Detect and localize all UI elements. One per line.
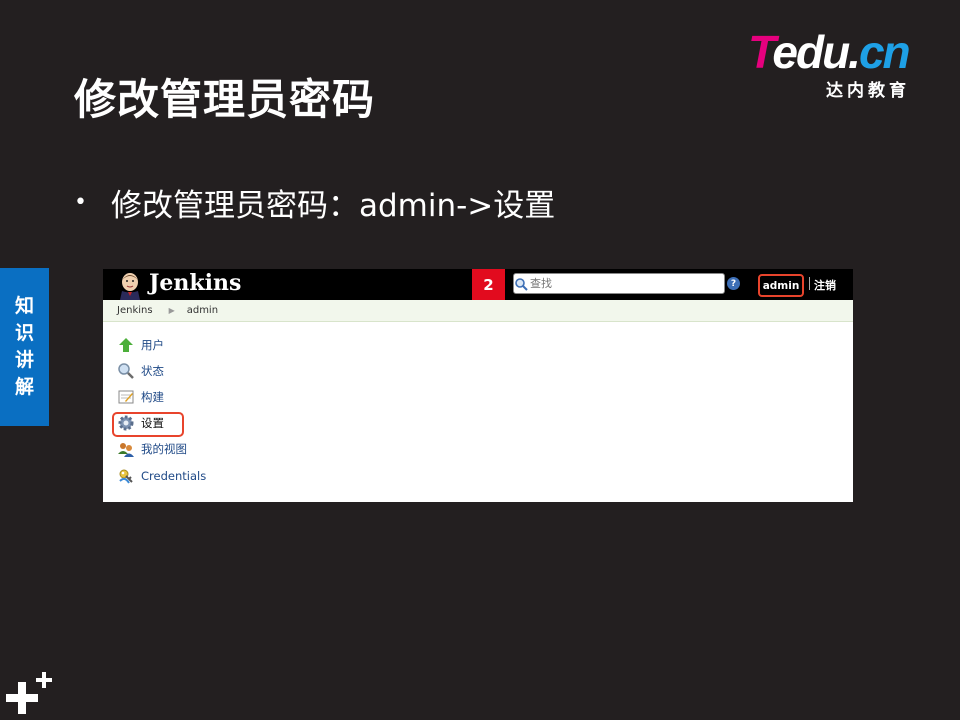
task-my-views[interactable]: 我的视图 [117,440,187,458]
search-box[interactable] [513,273,725,294]
notepad-icon [118,390,134,404]
jenkins-butler-icon [120,273,140,300]
user-link[interactable]: admin [758,274,804,297]
bullet-dot-icon: • [74,190,87,215]
bullet-item: • 修改管理员密码：admin->设置 [74,180,555,225]
settings-highlight-box [112,412,184,437]
task-credentials[interactable]: Credentials [117,467,206,485]
plus-logo-icon [6,672,52,716]
jenkins-screenshot: Jenkins 2 ? admin 注销 Jenkins ▶ admin 用户 … [103,269,853,502]
breadcrumb: Jenkins ▶ admin [103,300,853,322]
task-users[interactable]: 用户 [117,336,164,354]
header-divider [809,277,810,290]
task-label[interactable]: 状态 [141,363,164,379]
notification-badge[interactable]: 2 [472,269,505,300]
side-tab-char: 知 [14,295,34,317]
side-tab-char: 解 [14,376,34,398]
up-arrow-icon [119,338,133,352]
side-tab-char: 讲 [14,349,34,371]
jenkins-header: Jenkins 2 ? admin 注销 [103,269,853,300]
breadcrumb-item-admin[interactable]: admin [187,305,218,316]
task-builds[interactable]: 构建 [117,388,164,406]
side-tab: 知 识 讲 解 [0,268,49,426]
logout-link[interactable]: 注销 [814,277,836,293]
help-icon[interactable]: ? [727,277,740,290]
search-input[interactable] [530,275,710,292]
logo-wordmark: Tedu.cn [748,26,911,78]
magnifier-icon [118,363,134,379]
breadcrumb-item-jenkins[interactable]: Jenkins [117,305,153,316]
logo-subtitle: 达内教育 [826,81,910,101]
people-icon [118,443,134,457]
search-icon [515,277,528,291]
jenkins-brand[interactable]: Jenkins [149,270,241,296]
task-status[interactable]: 状态 [117,362,164,380]
task-label[interactable]: Credentials [141,469,206,483]
breadcrumb-arrow-icon[interactable]: ▶ [169,306,175,315]
key-icon [119,469,133,484]
task-label[interactable]: 用户 [141,337,164,353]
slide-title: 修改管理员密码 [74,75,376,124]
side-tab-char: 识 [14,322,34,344]
task-label[interactable]: 我的视图 [141,441,187,457]
task-label[interactable]: 构建 [141,389,164,405]
tedu-logo: Tedu.cn 达内教育 [748,26,928,101]
bullet-text: 修改管理员密码：admin->设置 [110,188,556,224]
